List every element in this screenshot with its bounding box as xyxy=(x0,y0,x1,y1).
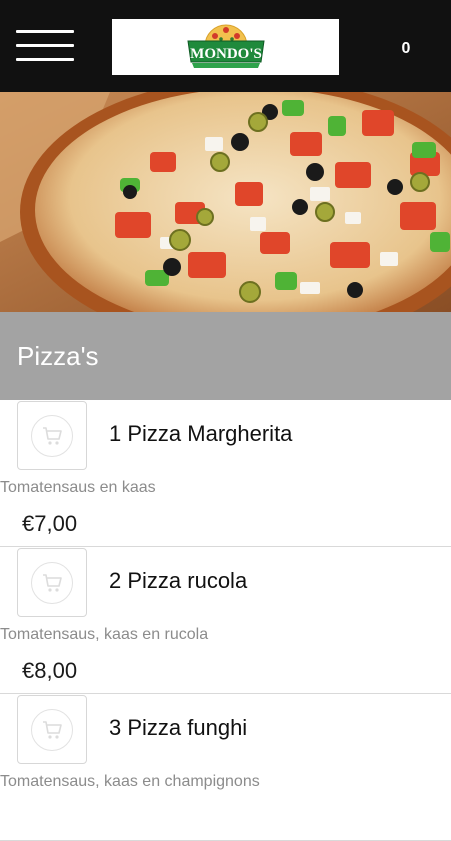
menu-line xyxy=(16,30,74,33)
product-name[interactable]: 1 Pizza Margherita xyxy=(109,421,292,447)
mondos-logo-icon: MONDO'S xyxy=(187,24,265,68)
add-to-cart-button[interactable] xyxy=(17,695,87,764)
logo[interactable]: MONDO'S xyxy=(112,19,339,75)
cart-count-badge[interactable]: 0 xyxy=(386,26,426,72)
pizza-photo xyxy=(0,92,451,312)
product-description: Tomatensaus en kaas xyxy=(0,479,156,496)
add-to-cart-button[interactable] xyxy=(17,401,87,470)
add-to-cart-button[interactable] xyxy=(17,548,87,617)
product-price: €7,00 xyxy=(22,511,78,536)
header-bar: MONDO'S 0 xyxy=(0,0,451,92)
menu-line xyxy=(16,58,74,61)
logo-text: MONDO'S xyxy=(190,46,262,62)
menu-line xyxy=(16,44,74,47)
product-price: €8,00 xyxy=(22,658,78,683)
product-item: 3 Pizza funghi Tomatensaus, kaas en cham… xyxy=(0,694,451,841)
product-item: 2 Pizza rucola Tomatensaus, kaas en ruco… xyxy=(0,547,451,694)
product-description: Tomatensaus, kaas en champignons xyxy=(0,773,260,790)
product-description: Tomatensaus, kaas en rucola xyxy=(0,626,209,643)
product-item: 1 Pizza Margherita Tomatensaus en kaas €… xyxy=(0,400,451,547)
hero-pizza-image xyxy=(0,92,451,312)
product-name[interactable]: 3 Pizza funghi xyxy=(109,715,247,741)
cart-icon xyxy=(43,427,62,445)
product-name[interactable]: 2 Pizza rucola xyxy=(109,568,247,594)
category-title: Pizza's xyxy=(17,341,99,371)
product-list: 1 Pizza Margherita Tomatensaus en kaas €… xyxy=(0,400,451,841)
cart-icon xyxy=(43,574,62,592)
cart-icon xyxy=(43,721,62,739)
hamburger-menu-icon[interactable] xyxy=(16,30,74,62)
category-header: Pizza's xyxy=(0,312,451,400)
